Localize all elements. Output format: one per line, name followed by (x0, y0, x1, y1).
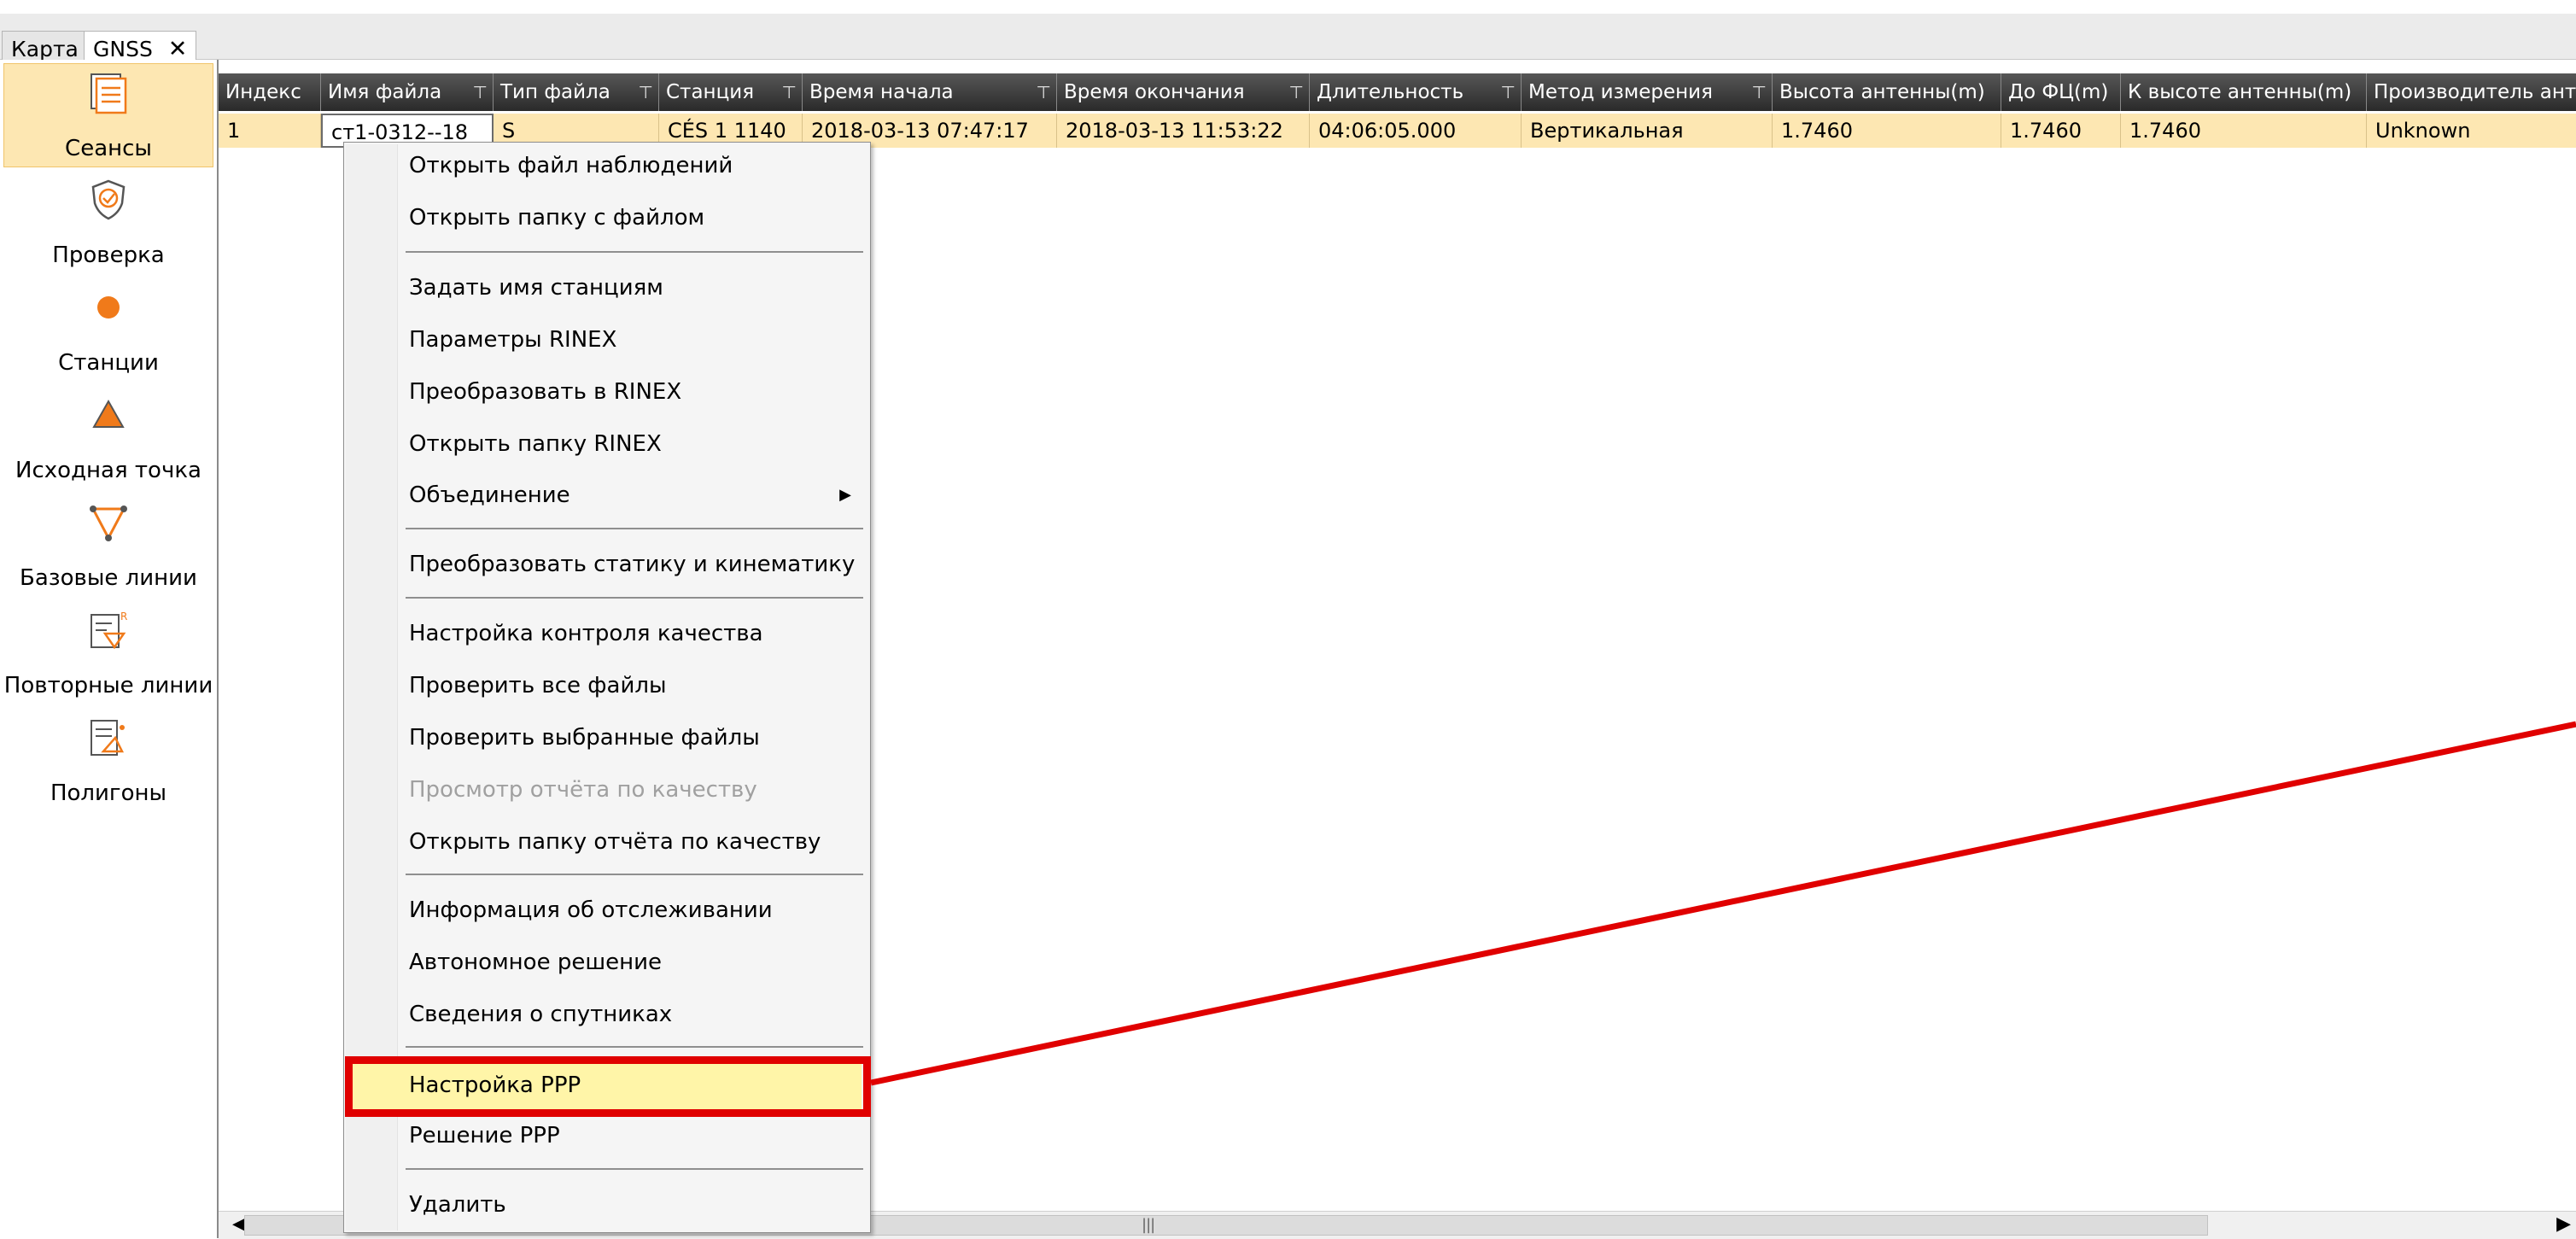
repeat-baseline-icon: R (91, 611, 127, 650)
annotation-highlight-box (345, 1056, 871, 1117)
sidebar-item-stations[interactable]: Станции (0, 278, 217, 383)
column-header-index[interactable]: Индекс (219, 73, 321, 111)
menu-separator (406, 1168, 863, 1170)
sidebar: Сеансы Проверка Станции Исходная точка Б… (0, 60, 219, 1238)
column-header-label: Высота антенны(m) (1779, 81, 1985, 103)
cell-antenna-manufacturer[interactable]: Unknown (2367, 114, 2576, 148)
filter-icon[interactable]: ⊤ (1501, 73, 1516, 111)
sidebar-item-qc[interactable]: Проверка (0, 171, 217, 275)
column-header-label: Время окончания (1064, 81, 1245, 103)
menu-item-check-selected-files[interactable]: Проверить выбранные файлы (406, 716, 867, 759)
column-header-end-time[interactable]: Время окончания ⊤ (1057, 73, 1310, 111)
menu-item-view-qc-report: Просмотр отчёта по качеству (409, 777, 757, 803)
menu-item-convert-static-kinematic[interactable]: Преобразовать статику и кинематику (406, 543, 867, 586)
menu-item-open-observation-file[interactable]: Открыть файл наблюдений (406, 144, 867, 187)
sidebar-item-label: Базовые линии (20, 565, 197, 591)
menu-item-qc-settings[interactable]: Настройка контроля качества (406, 612, 867, 655)
close-icon[interactable]: ✕ (168, 36, 188, 62)
column-header-antenna-manufacturer[interactable]: Производитель анте (2367, 73, 2576, 111)
sidebar-item-label: Сеансы (65, 136, 152, 161)
column-header-antenna-height[interactable]: Высота антенны(m) (1773, 73, 2001, 111)
menu-item-convert-to-rinex[interactable]: Преобразовать в RINEX (406, 371, 867, 413)
column-header-label: Длительность (1317, 81, 1464, 103)
column-header-to-phase-center[interactable]: До ФЦ(m) (2001, 73, 2121, 111)
menu-separator (406, 528, 863, 529)
loops-icon (91, 720, 125, 756)
cell-end-time[interactable]: 2018-03-13 11:53:22 (1057, 114, 1310, 148)
menu-separator (406, 251, 863, 253)
sidebar-item-label: Станции (58, 350, 159, 376)
sessions-icon (91, 73, 127, 114)
sidebar-item-sessions[interactable]: Сеансы (3, 63, 213, 167)
column-header-duration[interactable]: Длительность ⊤ (1310, 73, 1522, 111)
sidebar-item-baselines[interactable]: Базовые линии (0, 494, 217, 598)
tab-map-label: Карта (11, 37, 79, 61)
filter-icon[interactable]: ⊤ (639, 73, 653, 111)
menu-separator (406, 1046, 863, 1048)
table-header: Индекс Имя файла ⊤ Тип файла ⊤ Станция ⊤… (219, 73, 2576, 111)
svg-text:R: R (120, 611, 127, 622)
column-header-label: До ФЦ(m) (2008, 81, 2109, 103)
menu-item-tracking-info[interactable]: Информация об отслеживании (406, 889, 867, 932)
scroll-right-icon[interactable]: ▶ (2556, 1213, 2571, 1235)
menu-separator (406, 597, 863, 599)
cell-measure-method[interactable]: Вертикальная (1522, 114, 1773, 148)
column-header-filetype[interactable]: Тип файла ⊤ (494, 73, 659, 111)
column-header-label: Тип файла (500, 81, 610, 103)
column-header-label: Производитель анте (2374, 81, 2576, 103)
cell-to-antenna-height[interactable]: 1.7460 (2121, 114, 2367, 148)
sidebar-item-repeat-baselines[interactable]: R Повторные линии (0, 601, 217, 705)
filter-icon[interactable]: ⊤ (1037, 73, 1051, 111)
grip-icon: ||| (1142, 1216, 1155, 1234)
menu-item-merge[interactable]: Объединение ▶ (406, 474, 867, 517)
cell-duration[interactable]: 04:06:05.000 (1310, 114, 1522, 148)
sidebar-item-control-point[interactable]: Исходная точка (0, 386, 217, 490)
menu-item-rinex-parameters[interactable]: Параметры RINEX (406, 319, 867, 361)
menu-item-autonomous-solution[interactable]: Автономное решение (406, 941, 867, 984)
cell-index[interactable]: 1 (219, 114, 321, 148)
menu-item-set-station-names[interactable]: Задать имя станциям (406, 266, 867, 309)
menu-item-merge-label: Объединение (409, 482, 570, 508)
station-dot-icon (97, 296, 120, 319)
menu-item-open-file-folder[interactable]: Открыть папку с файлом (406, 196, 867, 239)
column-header-label: Станция (666, 81, 755, 103)
menu-item-satellite-info[interactable]: Сведения о спутниках (406, 993, 867, 1036)
column-header-label: К высоте антенны(m) (2128, 81, 2352, 103)
cell-antenna-height[interactable]: 1.7460 (1773, 114, 2001, 148)
sidebar-item-loops[interactable]: Полигоны (0, 709, 217, 813)
sidebar-item-label: Полигоны (50, 780, 167, 806)
column-header-start-time[interactable]: Время начала ⊤ (803, 73, 1057, 111)
column-header-label: Имя файла (328, 81, 442, 103)
control-point-triangle-icon (92, 399, 125, 428)
sidebar-item-label: Исходная точка (15, 458, 202, 483)
column-header-measure-method[interactable]: Метод измерения ⊤ (1522, 73, 1773, 111)
tab-gnss-label: GNSS (93, 37, 153, 61)
sidebar-item-label: Повторные линии (3, 673, 213, 698)
filter-icon[interactable]: ⊤ (782, 73, 797, 111)
menu-item-ppp-solution[interactable]: Решение PPP (406, 1114, 867, 1157)
filter-icon[interactable]: ⊤ (1289, 73, 1304, 111)
cell-to-phase-center[interactable]: 1.7460 (2001, 114, 2121, 148)
menu-item-delete[interactable]: Удалить (406, 1183, 867, 1226)
column-header-station[interactable]: Станция ⊤ (659, 73, 803, 111)
menu-item-open-rinex-folder[interactable]: Открыть папку RINEX (406, 423, 867, 465)
filter-icon[interactable]: ⊤ (1752, 73, 1767, 111)
column-header-to-antenna-height[interactable]: К высоте антенны(m) (2121, 73, 2367, 111)
document-tab-strip: Карта GNSS ✕ (0, 14, 2576, 68)
baseline-triangle-icon (90, 506, 127, 541)
filter-icon[interactable]: ⊤ (473, 73, 488, 111)
column-header-label: Время начала (809, 81, 954, 103)
sidebar-item-label: Проверка (52, 243, 165, 268)
column-header-label: Метод измерения (1528, 81, 1713, 103)
column-header-filename[interactable]: Имя файла ⊤ (321, 73, 494, 111)
column-header-label: Индекс (225, 81, 301, 103)
submenu-arrow-icon: ▶ (839, 486, 851, 504)
qc-shield-icon (91, 179, 126, 220)
menu-separator (406, 874, 863, 875)
menu-item-check-all-files[interactable]: Проверить все файлы (406, 664, 867, 707)
menu-item-open-qc-report-folder[interactable]: Открыть папку отчёта по качеству (406, 821, 867, 863)
